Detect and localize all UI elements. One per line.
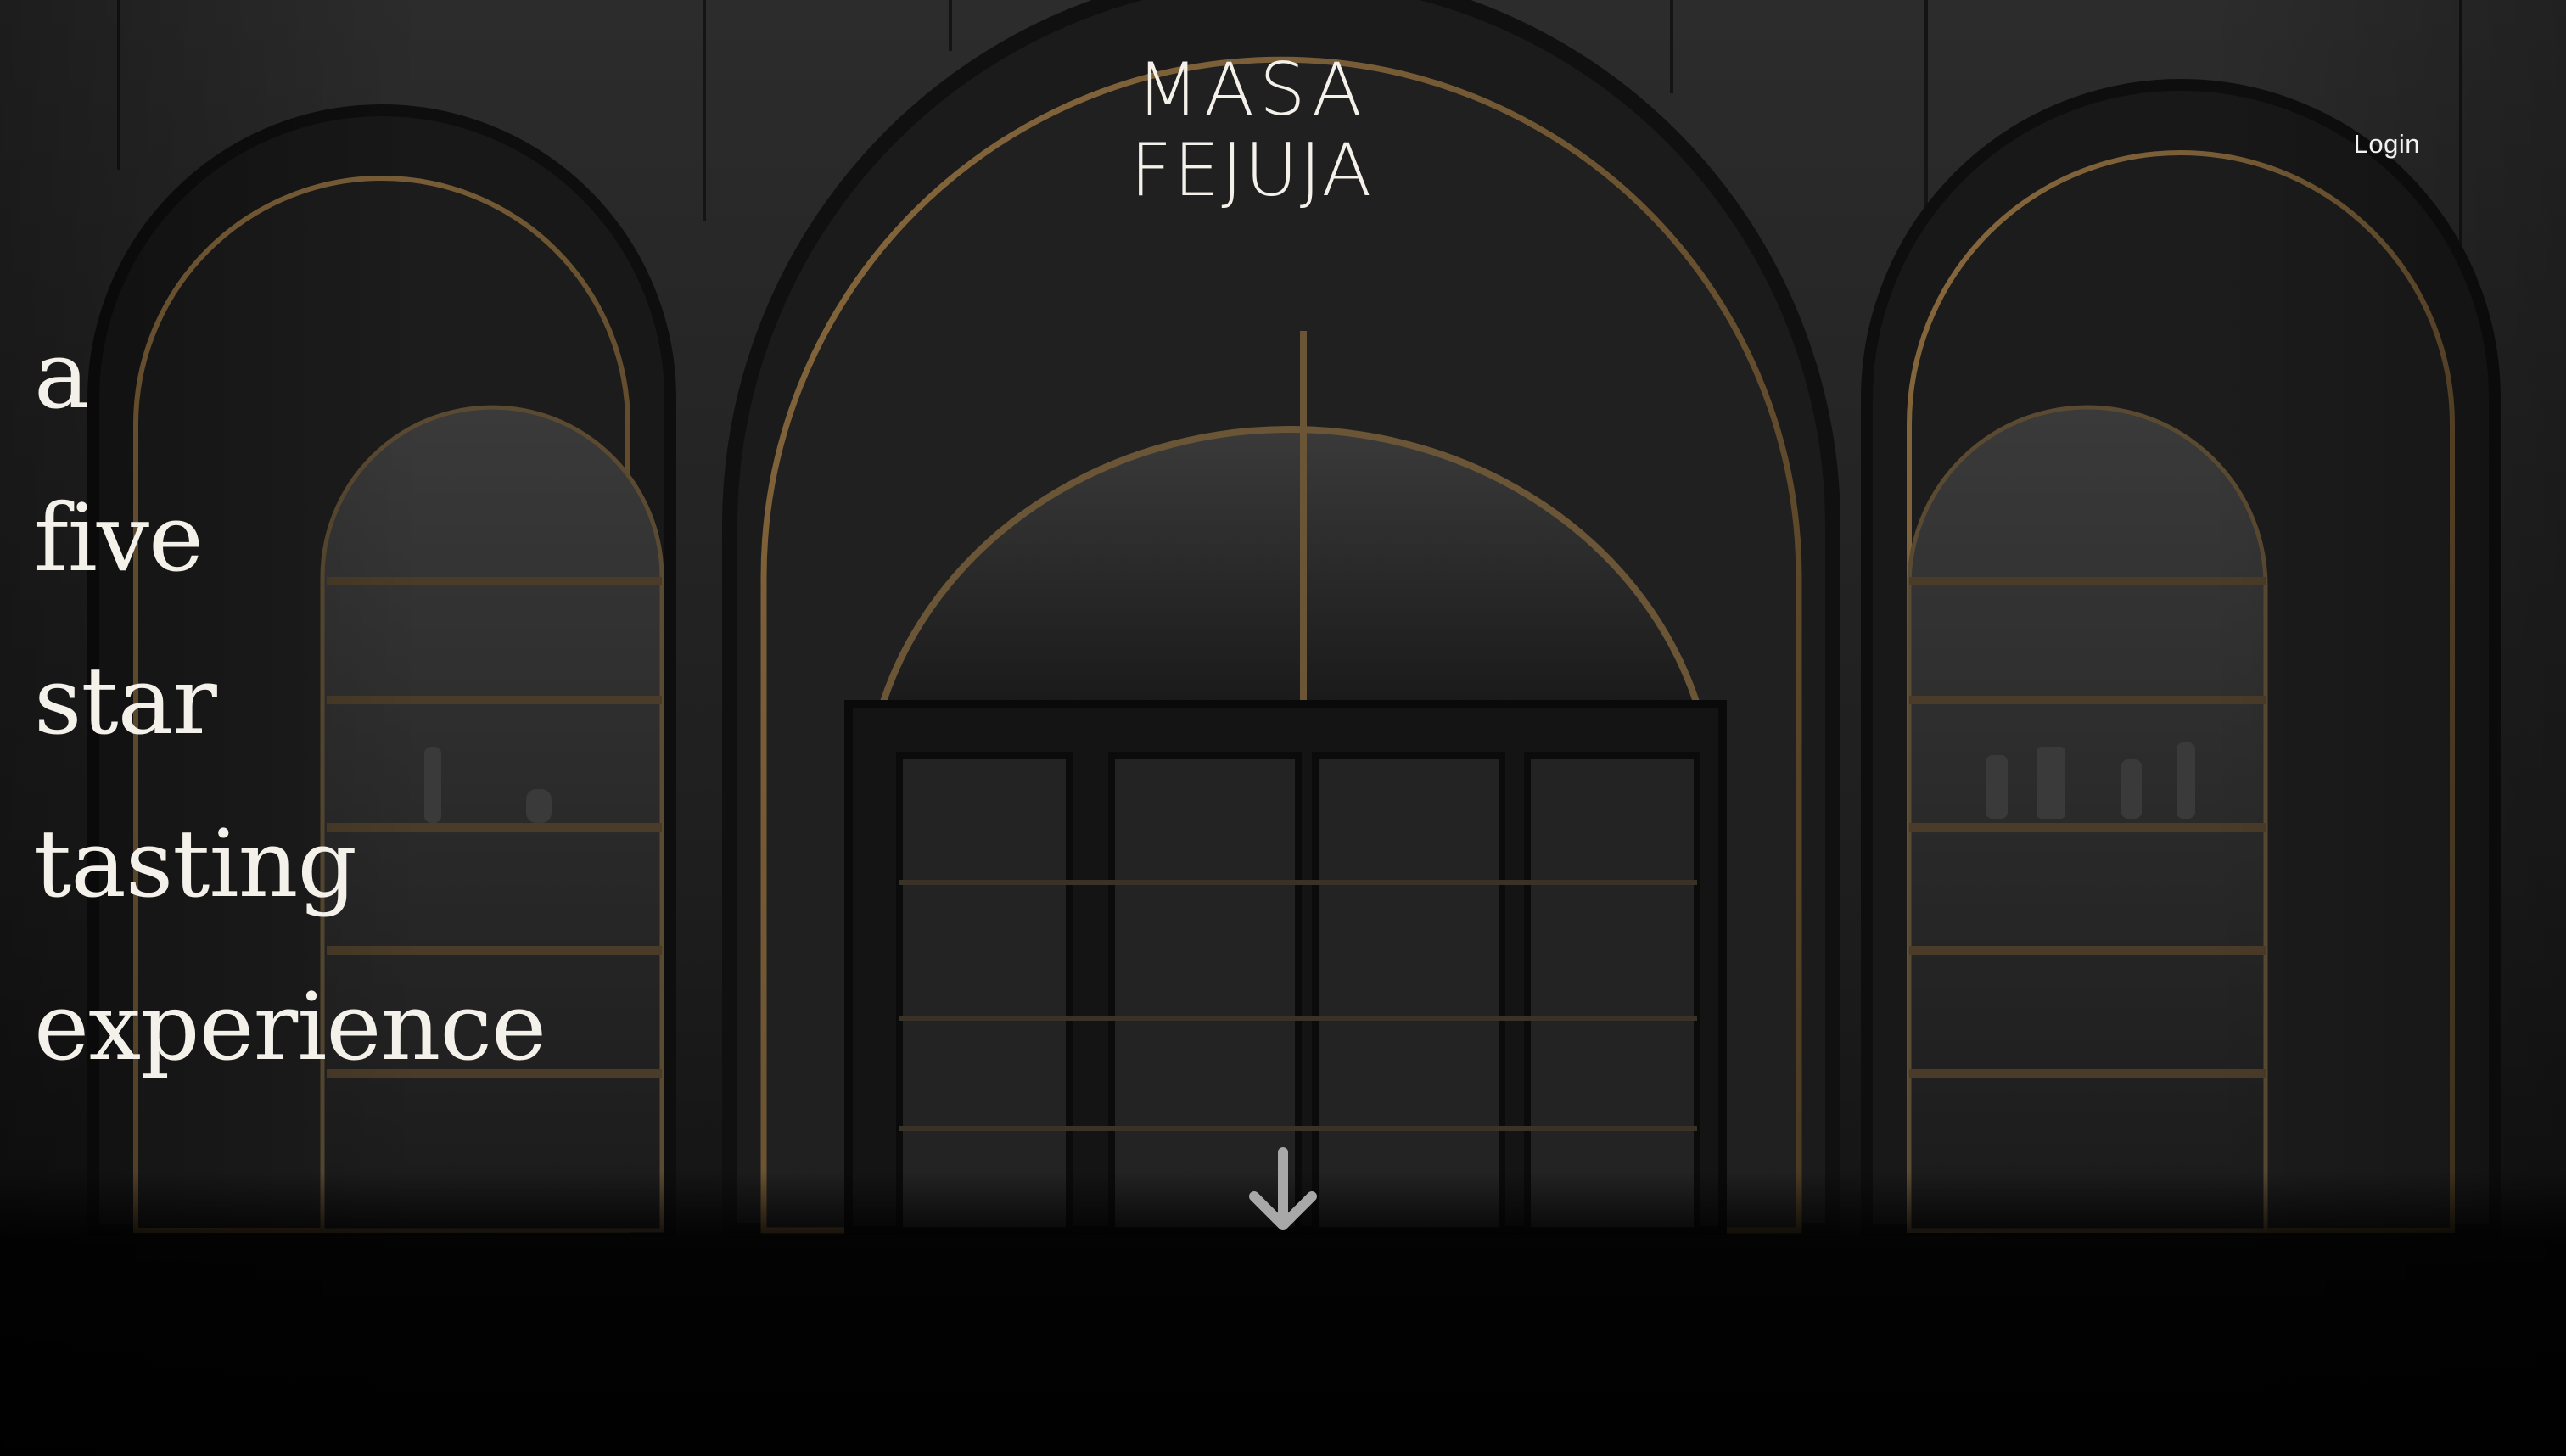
scroll-down-button[interactable] bbox=[1246, 1147, 1320, 1232]
tagline-word: tasting bbox=[34, 809, 357, 918]
hero-tagline: a five star tasting experience bbox=[34, 307, 546, 1122]
logo-line-1: MASA bbox=[1136, 48, 1367, 132]
arrow-down-icon bbox=[1249, 1147, 1317, 1230]
landing-page: MASA FEJUJA Login a five star tasting ex… bbox=[0, 0, 2566, 1456]
brand-logo[interactable]: MASA FEJUJA bbox=[1103, 47, 1400, 208]
tagline-word: five bbox=[34, 484, 204, 592]
logo-line-2: FEJUJA bbox=[1130, 128, 1374, 208]
login-link[interactable]: Login bbox=[2354, 129, 2420, 160]
tagline-word: star bbox=[34, 647, 217, 755]
masa-fejuja-logo: MASA FEJUJA bbox=[1130, 48, 1374, 208]
tagline-word: a bbox=[34, 321, 90, 429]
tagline-word: experience bbox=[34, 972, 546, 1081]
